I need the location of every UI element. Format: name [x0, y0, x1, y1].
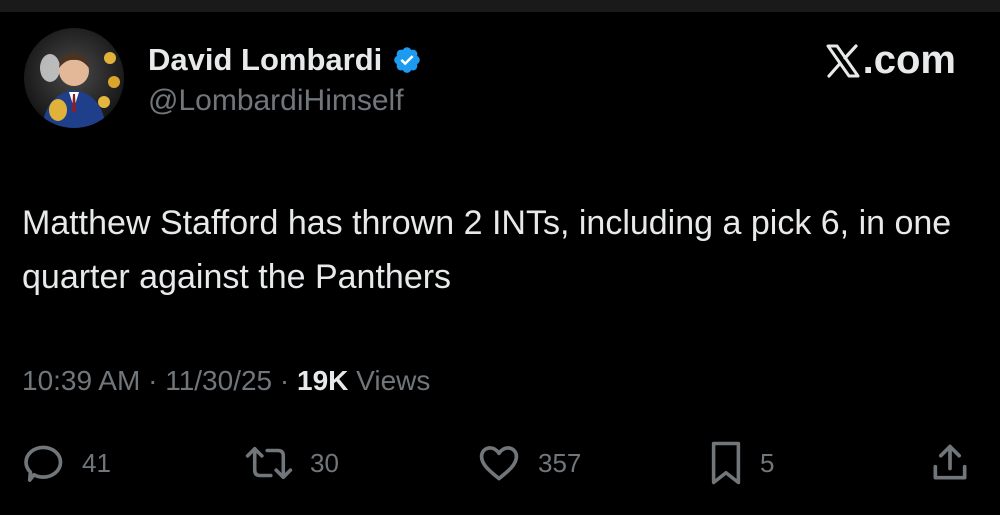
tweet-time[interactable]: 10:39 AM [22, 365, 140, 396]
author-handle[interactable]: @LombardiHimself [148, 84, 404, 118]
avatar[interactable] [24, 28, 124, 128]
like-count: 357 [538, 447, 582, 478]
share-button[interactable] [928, 440, 972, 486]
avatar-image [24, 28, 124, 128]
heart-icon [479, 446, 519, 481]
meta-separator: · [279, 365, 290, 396]
author-display-name[interactable]: David Lombardi [148, 42, 382, 78]
bookmark-icon [711, 441, 741, 485]
reply-count: 41 [82, 447, 111, 478]
reply-icon [24, 445, 63, 482]
brand-domain: .com [862, 38, 956, 82]
author-name-row: David Lombardi [148, 40, 422, 80]
meta-separator: · [148, 365, 158, 396]
verified-badge-icon [394, 47, 421, 73]
tweet-text: Matthew Stafford has thrown 2 INTs, incl… [22, 204, 952, 296]
brand-label: .com [825, 38, 956, 83]
bookmark-count: 5 [760, 447, 775, 478]
reply-button[interactable]: 41 [22, 440, 111, 486]
views-label[interactable]: Views [356, 365, 430, 396]
x-logo-icon [826, 43, 860, 78]
top-bar [0, 0, 1000, 12]
share-icon [933, 444, 967, 480]
tweet-date[interactable]: 11/30/25 [165, 365, 272, 396]
views-count[interactable]: 19K [297, 365, 348, 396]
repost-button[interactable]: 30 [244, 440, 339, 486]
bookmark-button[interactable]: 5 [708, 440, 774, 486]
tweet-meta: 10:39 AM · 11/30/25 · 19K Views [22, 365, 430, 397]
like-button[interactable]: 357 [476, 440, 581, 486]
repost-icon [245, 446, 293, 480]
repost-count: 30 [310, 447, 339, 478]
